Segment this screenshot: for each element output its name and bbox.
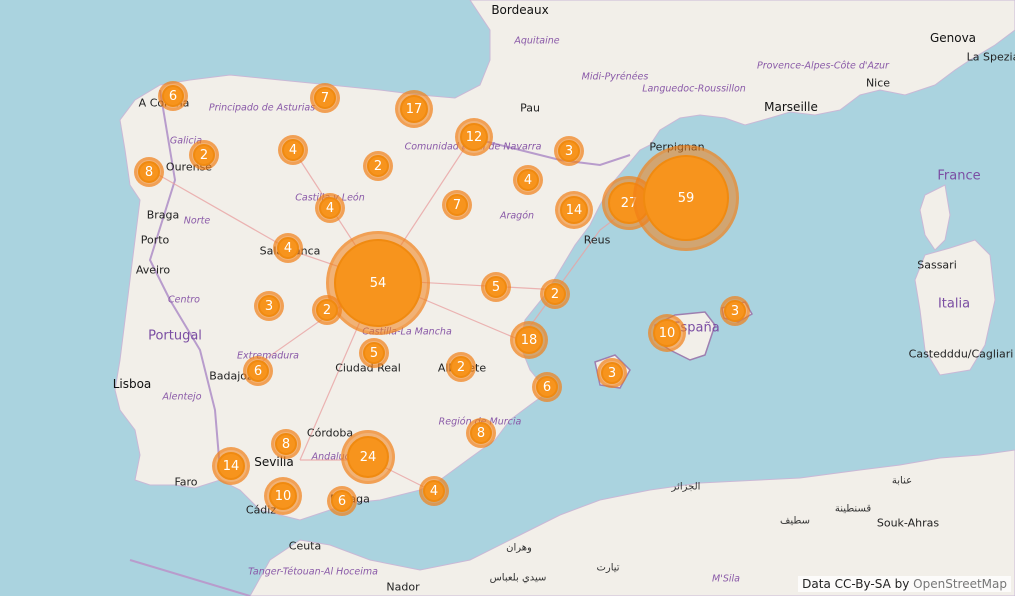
cluster-count: 2 xyxy=(199,147,209,163)
cluster-count: 7 xyxy=(320,90,330,106)
cluster-marker[interactable]: 5 xyxy=(481,272,511,302)
land-sardinia xyxy=(914,239,996,376)
cluster-count: 3 xyxy=(607,365,617,381)
cluster-marker[interactable]: 18 xyxy=(510,321,548,359)
cluster-marker[interactable]: 17 xyxy=(395,90,433,128)
cluster-marker[interactable]: 10 xyxy=(648,314,686,352)
cluster-marker[interactable]: 2 xyxy=(189,140,219,170)
cluster-count: 8 xyxy=(281,436,291,452)
cluster-marker[interactable]: 24 xyxy=(341,430,395,484)
cluster-count: 3 xyxy=(730,303,740,319)
cluster-count: 10 xyxy=(274,488,292,504)
cluster-count: 4 xyxy=(523,172,533,188)
cluster-count: 5 xyxy=(491,279,501,295)
map-attribution: Data CC-By-SA by OpenStreetMap xyxy=(798,576,1011,592)
map-canvas[interactable]: Bordeaux A Coruña Ourense Braga Porto Av… xyxy=(0,0,1015,596)
cluster-count: 6 xyxy=(542,379,552,395)
cluster-count: 10 xyxy=(658,325,676,341)
cluster-count: 8 xyxy=(144,164,154,180)
cluster-marker[interactable]: 4 xyxy=(278,135,308,165)
cluster-count: 2 xyxy=(456,359,466,375)
cluster-marker[interactable]: 3 xyxy=(554,136,584,166)
cluster-marker[interactable]: 3 xyxy=(597,358,627,388)
cluster-count: 3 xyxy=(564,143,574,159)
cluster-count: 2 xyxy=(322,302,332,318)
cluster-count: 2 xyxy=(550,286,560,302)
cluster-count: 14 xyxy=(565,202,583,218)
cluster-count: 4 xyxy=(429,483,439,499)
cluster-marker[interactable]: 6 xyxy=(532,372,562,402)
cluster-count: 6 xyxy=(337,493,347,509)
cluster-marker[interactable]: 6 xyxy=(243,356,273,386)
cluster-count: 7 xyxy=(452,197,462,213)
cluster-count: 5 xyxy=(369,345,379,361)
cluster-count: 4 xyxy=(283,240,293,256)
cluster-marker[interactable]: 3 xyxy=(254,291,284,321)
cluster-marker[interactable]: 4 xyxy=(273,233,303,263)
cluster-marker[interactable]: 2 xyxy=(363,151,393,181)
cluster-marker[interactable]: 6 xyxy=(327,486,357,516)
cluster-marker[interactable]: 3 xyxy=(720,296,750,326)
attribution-text: Data CC-By-SA by xyxy=(802,577,910,591)
cluster-count: 2 xyxy=(373,158,383,174)
cluster-marker[interactable]: 4 xyxy=(315,193,345,223)
cluster-marker[interactable]: 2 xyxy=(446,352,476,382)
openstreetmap-link[interactable]: OpenStreetMap xyxy=(913,577,1007,591)
cluster-marker[interactable]: 4 xyxy=(419,476,449,506)
cluster-count: 59 xyxy=(677,190,695,206)
cluster-count: 54 xyxy=(369,275,387,291)
cluster-marker[interactable]: 54 xyxy=(326,231,430,335)
cluster-marker[interactable]: 6 xyxy=(158,81,188,111)
cluster-count: 8 xyxy=(476,425,486,441)
cluster-marker[interactable]: 12 xyxy=(455,118,493,156)
cluster-marker[interactable]: 8 xyxy=(271,429,301,459)
cluster-count: 14 xyxy=(222,458,240,474)
cluster-marker[interactable]: 14 xyxy=(212,447,250,485)
cluster-count: 4 xyxy=(325,200,335,216)
land-france-iberia xyxy=(114,0,1015,521)
cluster-count: 6 xyxy=(253,363,263,379)
cluster-marker[interactable]: 14 xyxy=(555,191,593,229)
cluster-count: 18 xyxy=(520,332,538,348)
cluster-count: 17 xyxy=(405,101,423,117)
cluster-marker[interactable]: 5 xyxy=(359,338,389,368)
cluster-marker[interactable]: 7 xyxy=(442,190,472,220)
cluster-count: 24 xyxy=(359,449,377,465)
cluster-marker[interactable]: 10 xyxy=(264,477,302,515)
cluster-marker[interactable]: 7 xyxy=(310,83,340,113)
cluster-count: 3 xyxy=(264,298,274,314)
cluster-marker[interactable]: 8 xyxy=(466,418,496,448)
cluster-marker[interactable]: 8 xyxy=(134,157,164,187)
cluster-count: 4 xyxy=(288,142,298,158)
map-basemap xyxy=(114,0,1015,596)
cluster-marker[interactable]: 4 xyxy=(513,165,543,195)
land-corsica xyxy=(919,184,951,251)
cluster-marker[interactable]: 59 xyxy=(633,145,739,251)
cluster-marker[interactable]: 2 xyxy=(312,295,342,325)
cluster-marker[interactable]: 2 xyxy=(540,279,570,309)
cluster-count: 12 xyxy=(465,129,483,145)
cluster-count: 6 xyxy=(168,88,178,104)
